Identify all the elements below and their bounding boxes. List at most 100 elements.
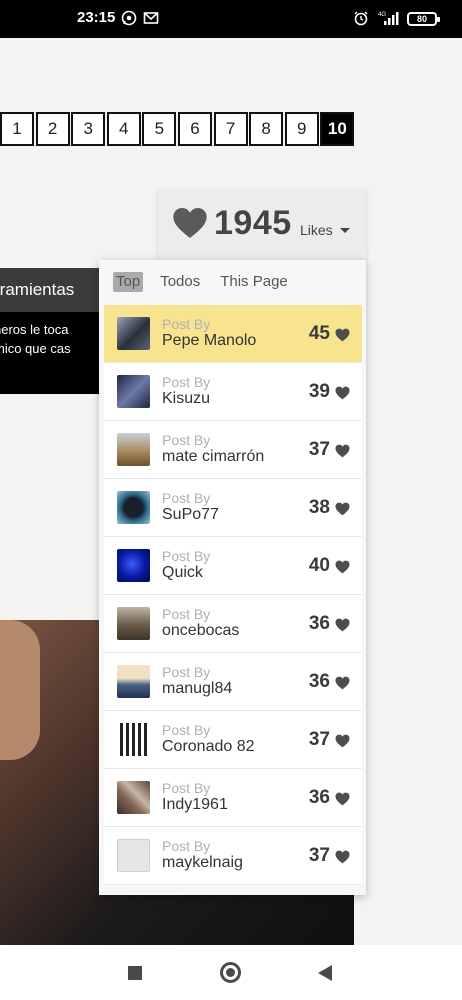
tools-text-line-1: ñeros le toca (0, 322, 69, 337)
svg-text:4G: 4G (378, 12, 386, 18)
page-button-8[interactable]: 8 (249, 112, 284, 146)
like-count: 36 (308, 787, 330, 808)
gmail-icon (143, 12, 159, 24)
avatar (117, 375, 150, 408)
post-by-label: Post By (162, 490, 211, 506)
list-item[interactable]: Post By Coronado 82 37 (104, 711, 362, 769)
username[interactable]: Indy1961 (162, 796, 228, 814)
post-by-label: Post By (162, 722, 211, 738)
photo-detail (0, 620, 40, 760)
avatar (117, 607, 150, 640)
list-item[interactable]: Post By manugl84 36 (104, 653, 362, 711)
post-by-label: Post By (162, 374, 211, 390)
avatar (117, 781, 150, 814)
avatar (117, 665, 150, 698)
page-button-3[interactable]: 3 (71, 112, 106, 146)
heart-icon (173, 207, 207, 239)
heart-icon[interactable] (334, 849, 351, 865)
navigation-bar (0, 945, 462, 1000)
heart-icon[interactable] (334, 617, 351, 633)
likes-summary[interactable]: 1945 Likes (158, 190, 366, 260)
list-item[interactable]: Post By mate cimarrón 37 (104, 421, 362, 479)
heart-icon[interactable] (334, 675, 351, 691)
like-count: 37 (308, 439, 330, 460)
avatar (117, 491, 150, 524)
page-button-1[interactable]: 1 (0, 112, 34, 146)
post-by-label: Post By (162, 606, 211, 622)
like-count: 37 (308, 729, 330, 750)
heart-icon[interactable] (334, 559, 351, 575)
page-button-5[interactable]: 5 (142, 112, 177, 146)
page-button-4[interactable]: 4 (106, 112, 141, 146)
list-item[interactable]: Post By oncebocas 36 (104, 595, 362, 653)
heart-icon[interactable] (334, 385, 351, 401)
page-button-7[interactable]: 7 (213, 112, 248, 146)
like-count: 37 (308, 845, 330, 866)
list-item[interactable]: Post By Quick 40 (104, 537, 362, 595)
like-count: 38 (308, 497, 330, 518)
username[interactable]: Coronado 82 (162, 738, 255, 756)
likes-dropdown: Top Todos This Page Post By Pepe Manolo … (99, 260, 366, 895)
heart-icon[interactable] (334, 443, 351, 459)
tools-title: rramientas (0, 280, 75, 299)
page-button-6[interactable]: 6 (177, 112, 212, 146)
signal-4g-icon: 4G (378, 12, 399, 25)
recent-apps-button[interactable] (128, 966, 142, 980)
username[interactable]: Kisuzu (162, 390, 210, 408)
username[interactable]: Quick (162, 564, 203, 582)
heart-icon[interactable] (334, 501, 351, 517)
list-item[interactable]: Post By Indy1961 36 (104, 769, 362, 827)
like-count: 45 (308, 323, 330, 344)
page-button-10[interactable]: 10 (320, 112, 355, 146)
page-button-9[interactable]: 9 (284, 112, 319, 146)
likes-list: Post By Pepe Manolo 45 Post By Kisuzu 39… (104, 305, 362, 885)
username[interactable]: mate cimarrón (162, 448, 264, 466)
post-by-label: Post By (162, 780, 211, 796)
list-item[interactable]: Post By SuPo77 38 (104, 479, 362, 537)
tools-menu[interactable]: rramientas (0, 268, 100, 312)
username[interactable]: Pepe Manolo (162, 332, 256, 350)
heart-icon[interactable] (334, 327, 351, 343)
page-button-2[interactable]: 2 (35, 112, 70, 146)
avatar (117, 723, 150, 756)
like-count: 39 (308, 381, 330, 402)
post-by-label: Post By (162, 316, 211, 332)
like-count: 36 (308, 613, 330, 634)
list-item[interactable]: Post By maykelnaig 37 (104, 827, 362, 885)
alarm-icon (354, 11, 368, 26)
tab-top[interactable]: Top (113, 272, 144, 292)
likes-label: Likes (300, 222, 333, 238)
clock: 23:15 (77, 9, 116, 26)
list-item[interactable]: Post By Pepe Manolo 45 (104, 305, 362, 363)
likes-total: 1945 (214, 204, 292, 242)
status-bar: 23:15 4G 80 (0, 0, 462, 38)
username[interactable]: manugl84 (162, 680, 232, 698)
tab-this-page[interactable]: This Page (217, 272, 291, 292)
heart-icon[interactable] (334, 791, 351, 807)
post-by-label: Post By (162, 432, 211, 448)
avatar (117, 433, 150, 466)
chevron-down-icon[interactable] (340, 228, 350, 233)
whatsapp-icon (121, 10, 137, 26)
likes-tabs: Top Todos This Page (113, 272, 305, 292)
like-count: 36 (308, 671, 330, 692)
battery-icon: 80 (407, 12, 440, 26)
home-button[interactable] (220, 962, 241, 983)
username[interactable]: oncebocas (162, 622, 239, 640)
username[interactable]: SuPo77 (162, 506, 219, 524)
tools-panel: rramientas ñeros le toca mico que cas (0, 268, 100, 394)
avatar (117, 839, 150, 872)
tools-text-line-2: mico que cas (0, 341, 71, 356)
post-by-label: Post By (162, 838, 211, 854)
list-item[interactable]: Post By Kisuzu 39 (104, 363, 362, 421)
pagination: 1 2 3 4 5 6 7 8 9 10 (0, 112, 356, 146)
like-count: 40 (308, 555, 330, 576)
avatar (117, 317, 150, 350)
back-button[interactable] (318, 965, 332, 981)
post-by-label: Post By (162, 548, 211, 564)
tab-todos[interactable]: Todos (157, 272, 203, 292)
username[interactable]: maykelnaig (162, 854, 243, 872)
tools-text: ñeros le toca mico que cas (0, 320, 71, 358)
heart-icon[interactable] (334, 733, 351, 749)
avatar (117, 549, 150, 582)
